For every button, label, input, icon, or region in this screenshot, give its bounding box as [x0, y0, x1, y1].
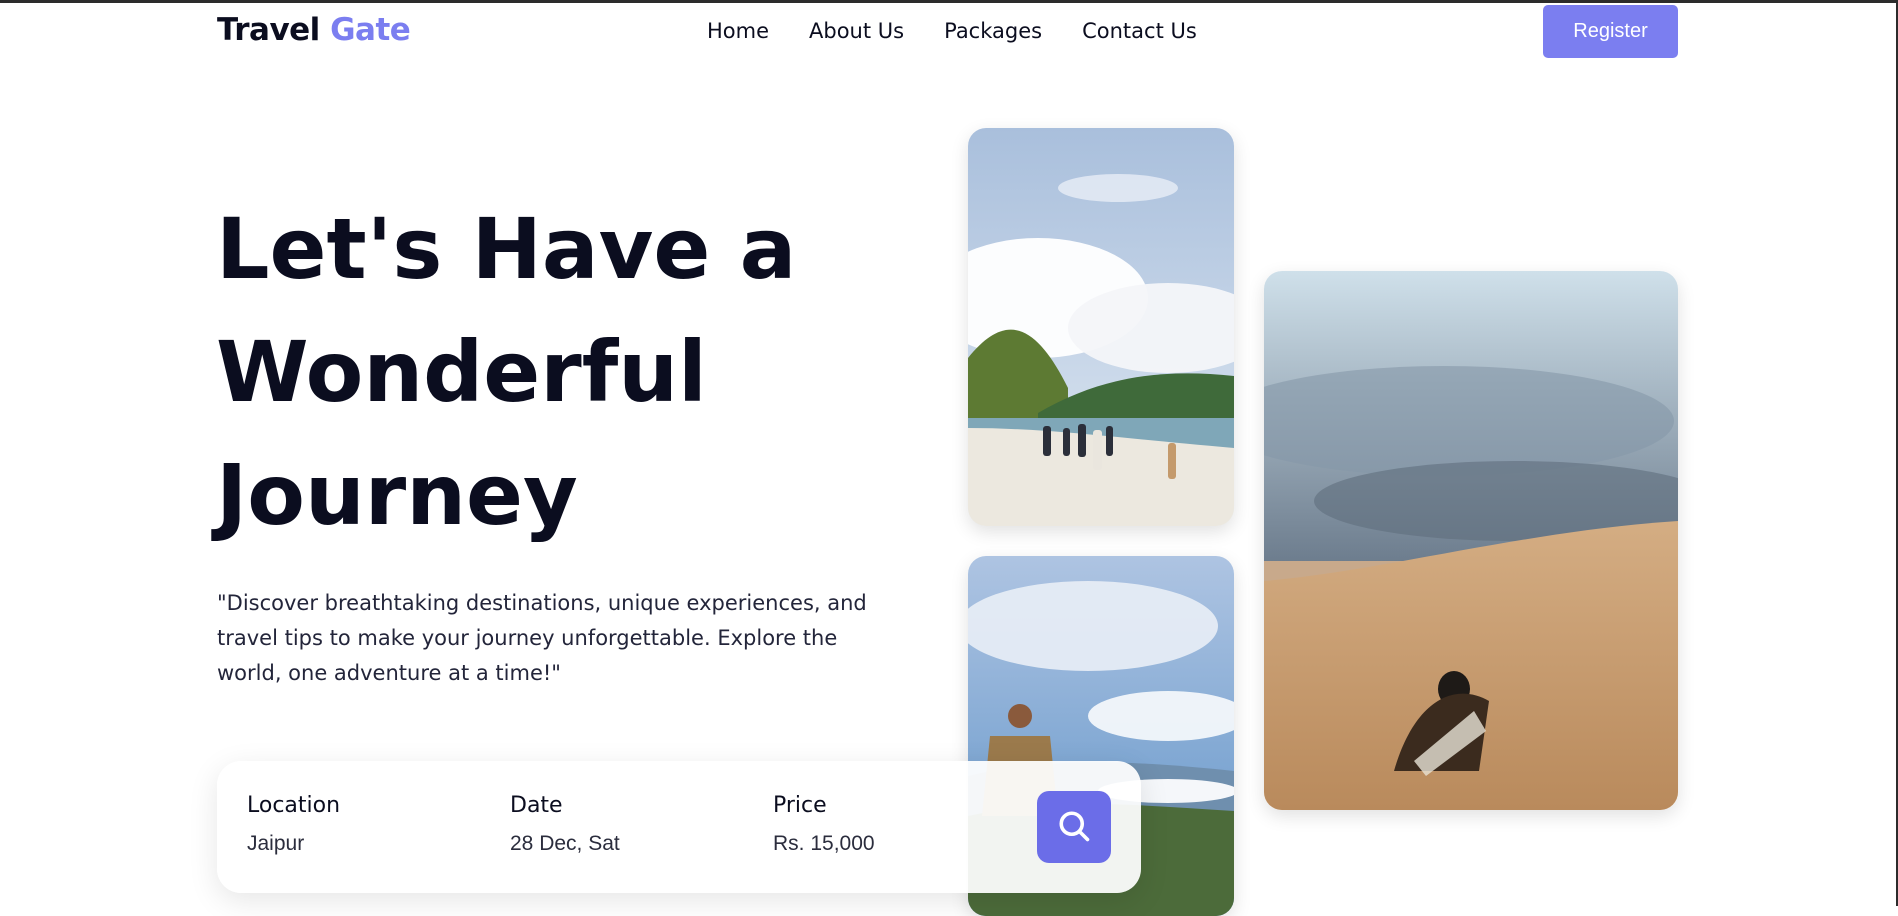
location-value[interactable]: Jaipur [247, 832, 340, 856]
logo-word-travel: Travel [217, 12, 320, 48]
main-nav: Home About Us Packages Contact Us [707, 19, 1197, 43]
price-value[interactable]: Rs. 15,000 [773, 832, 875, 856]
hero-title-line-3: Journey [216, 446, 578, 544]
price-field[interactable]: Price Rs. 15,000 [773, 793, 875, 856]
search-icon [1056, 808, 1092, 847]
search-panel: Location Jaipur Date 28 Dec, Sat Price R… [217, 761, 1141, 893]
location-label: Location [247, 793, 341, 818]
window-top-border [0, 0, 1898, 3]
date-value[interactable]: 28 Dec, Sat [510, 832, 620, 856]
hero-title-line-2: Wonderful [216, 323, 707, 421]
date-field[interactable]: Date 28 Dec, Sat [510, 793, 620, 856]
desert-photo [1264, 271, 1678, 810]
nav-home[interactable]: Home [707, 19, 769, 43]
hero-title-line-1: Let's Have a [216, 200, 797, 298]
hero-title: Let's Have a Wonderful Journey [216, 188, 916, 557]
date-label: Date [510, 793, 563, 818]
hero-description: "Discover breathtaking destinations, uni… [217, 591, 867, 685]
search-button[interactable] [1037, 791, 1111, 863]
nav-about-us[interactable]: About Us [809, 19, 904, 43]
logo-word-gate: Gate [330, 12, 411, 48]
price-label: Price [773, 793, 827, 818]
site-logo[interactable]: Travel Gate [217, 12, 411, 48]
nav-contact-us[interactable]: Contact Us [1082, 19, 1197, 43]
register-button[interactable]: Register [1543, 5, 1678, 58]
beach-photo [968, 128, 1234, 526]
nav-packages[interactable]: Packages [944, 19, 1042, 43]
location-field[interactable]: Location Jaipur [247, 793, 340, 856]
